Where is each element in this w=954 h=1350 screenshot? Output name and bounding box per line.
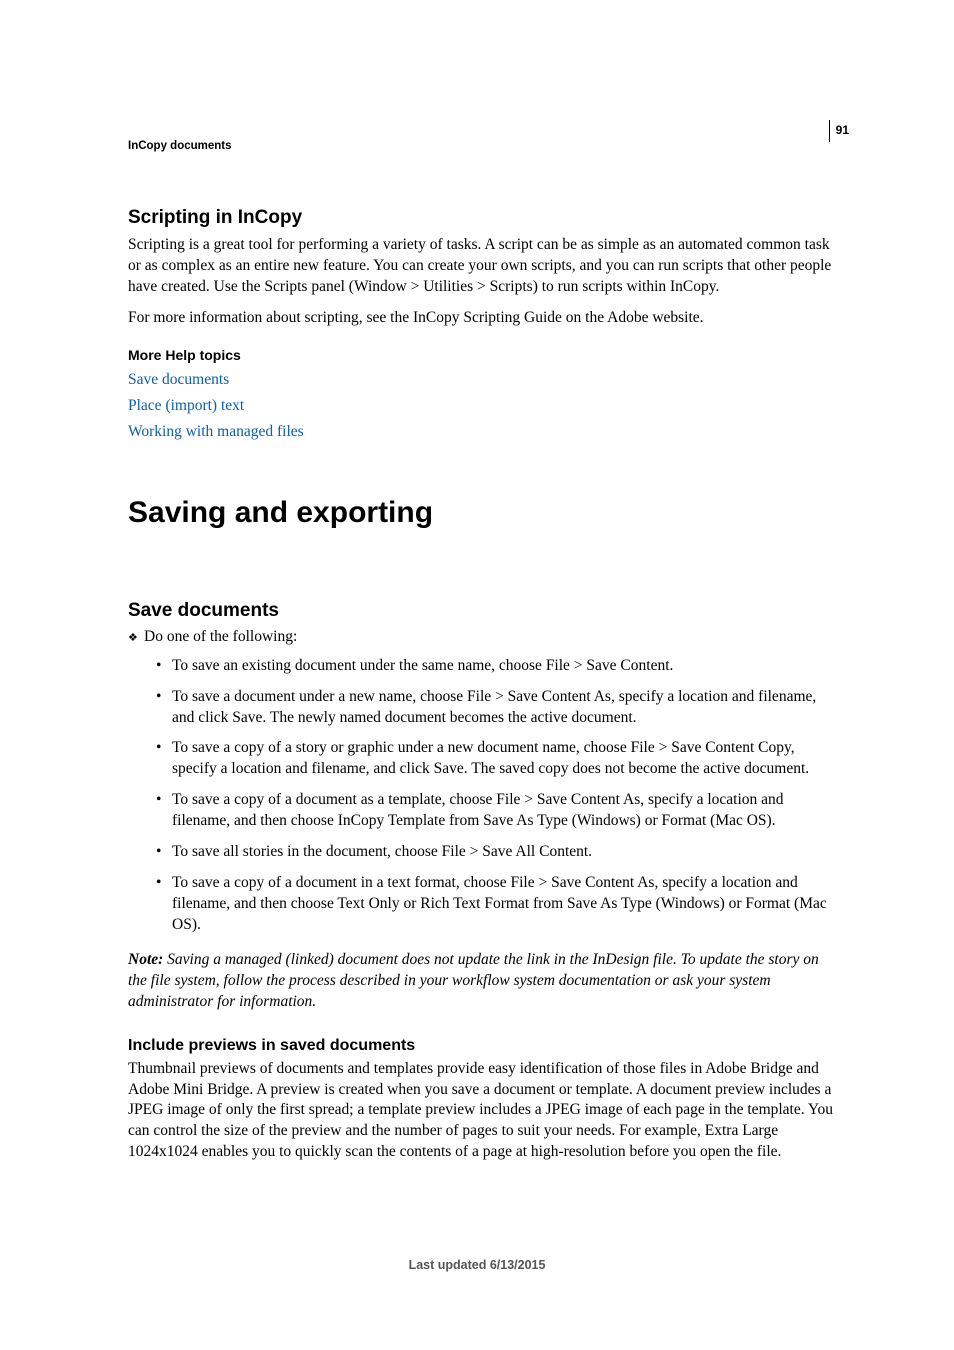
help-link-working-with-managed-files[interactable]: Working with managed files	[128, 423, 304, 440]
list-item: To save an existing document under the s…	[156, 656, 839, 677]
help-link-row: Place (import) text	[128, 397, 839, 415]
more-help-heading: More Help topics	[128, 347, 839, 363]
help-link-row: Save documents	[128, 371, 839, 389]
chapter-title: Saving and exporting	[128, 496, 839, 530]
body-paragraph: For more information about scripting, se…	[128, 308, 839, 329]
list-item: To save a document under a new name, cho…	[156, 687, 839, 729]
section-heading-scripting: Scripting in InCopy	[128, 207, 839, 229]
note-text: Saving a managed (linked) document does …	[128, 951, 819, 1010]
procedure-list: To save an existing document under the s…	[128, 656, 839, 936]
lead-instruction: Do one of the following:	[128, 628, 839, 646]
list-item: To save all stories in the document, cho…	[156, 842, 839, 863]
running-head: InCopy documents	[128, 140, 839, 152]
help-link-row: Working with managed files	[128, 423, 839, 441]
section-heading-save-documents: Save documents	[128, 600, 839, 622]
note-label: Note:	[128, 951, 167, 968]
subsection-heading-include-previews: Include previews in saved documents	[128, 1037, 839, 1055]
footer-last-updated: Last updated 6/13/2015	[0, 1258, 954, 1272]
page-number: 91	[829, 120, 849, 142]
body-paragraph: Scripting is a great tool for performing…	[128, 235, 839, 298]
note-paragraph: Note: Saving a managed (linked) document…	[128, 950, 839, 1013]
body-paragraph: Thumbnail previews of documents and temp…	[128, 1059, 839, 1164]
help-link-save-documents[interactable]: Save documents	[128, 371, 229, 388]
page-container: 91 InCopy documents Scripting in InCopy …	[0, 0, 954, 1350]
list-item: To save a copy of a document as a templa…	[156, 790, 839, 832]
help-link-place-import-text[interactable]: Place (import) text	[128, 397, 244, 414]
list-item: To save a copy of a document in a text f…	[156, 873, 839, 936]
list-item: To save a copy of a story or graphic und…	[156, 738, 839, 780]
